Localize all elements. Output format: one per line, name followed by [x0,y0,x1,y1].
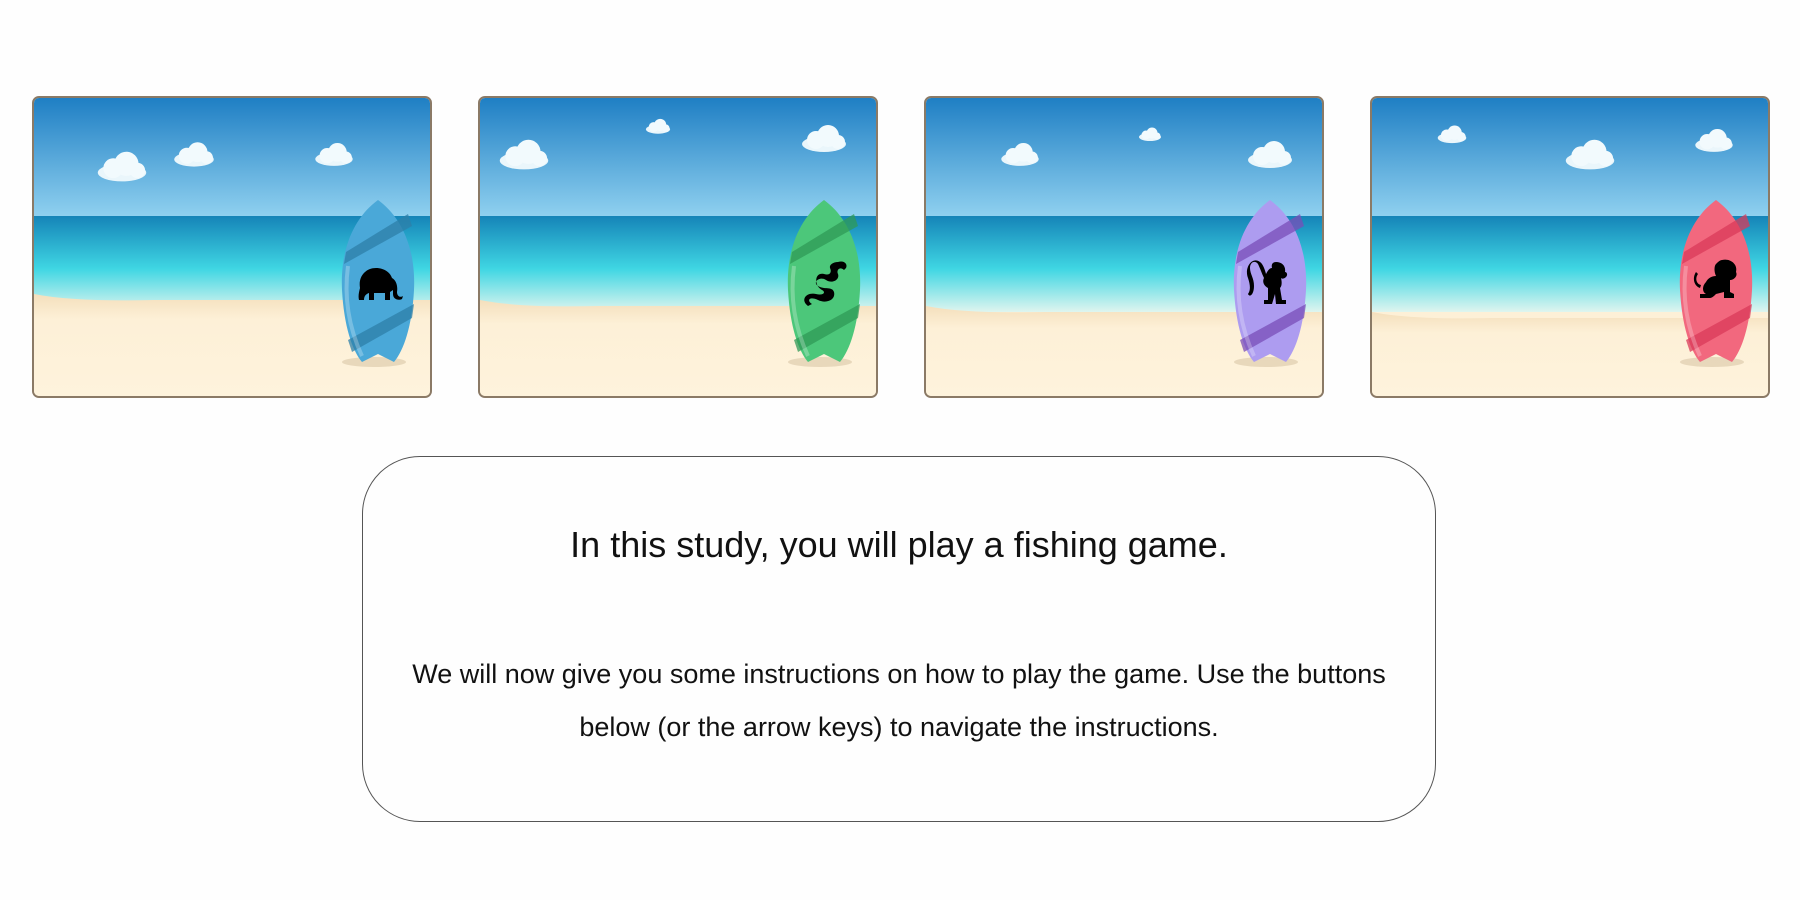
beach-scene [34,98,430,396]
beach-card-elephant [32,96,432,398]
game-stage: In this study, you will play a fishing g… [0,0,1800,900]
instructions-title: In this study, you will play a fishing g… [570,524,1228,565]
beach-scene [480,98,876,396]
beach-scene [1372,98,1768,396]
beach-card-monkey [924,96,1324,398]
beach-scene [926,98,1322,396]
beach-card-lion [1370,96,1770,398]
beach-card-snake [478,96,878,398]
sky [34,98,430,216]
instructions-body: We will now give you some instructions o… [412,659,1386,743]
instructions-panel: In this study, you will play a fishing g… [362,456,1436,822]
